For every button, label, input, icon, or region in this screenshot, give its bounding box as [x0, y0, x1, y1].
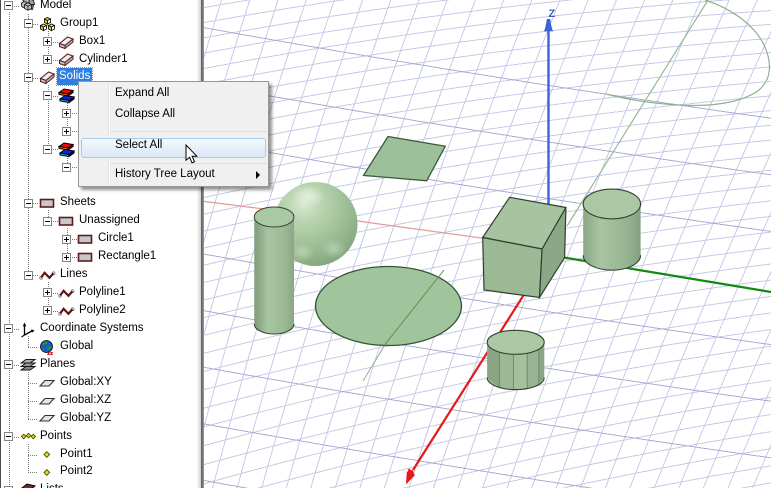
svg-text:Z: Z [549, 8, 556, 20]
